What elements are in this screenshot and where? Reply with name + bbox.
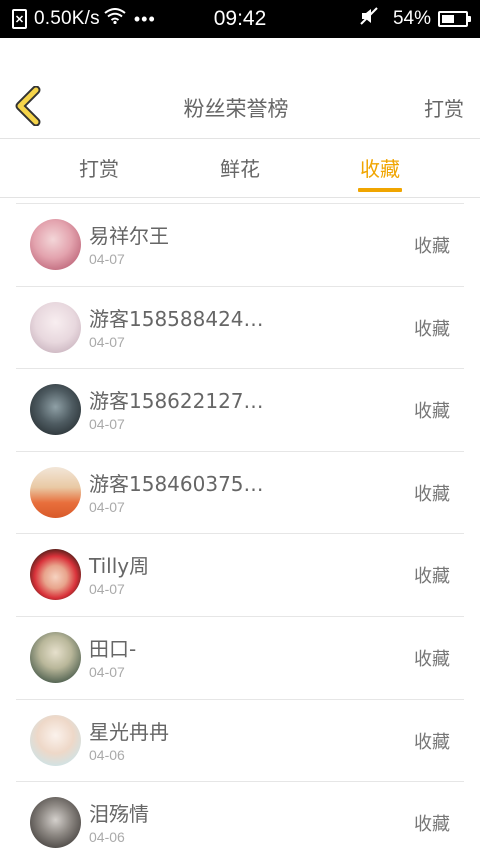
avatar (30, 797, 81, 849)
user-date: 04-06 (89, 829, 125, 846)
status-bar: ✕ 0.50K/s ••• 09:42 54% (0, 0, 480, 38)
avatar (30, 631, 81, 683)
list-item[interactable]: 游客158622127… 04-07 收藏 (0, 369, 480, 452)
list-item[interactable]: 游客158588424… 04-07 收藏 (0, 287, 480, 370)
page-title: 粉丝荣誉榜 (183, 97, 289, 121)
user-date: 04-07 (89, 498, 125, 515)
mute-icon (359, 6, 379, 32)
action-label: 收藏 (414, 731, 450, 753)
action-label: 收藏 (414, 401, 450, 423)
action-label: 收藏 (414, 648, 450, 670)
avatar (30, 466, 81, 518)
battery-percent: 54% (392, 8, 431, 29)
user-date: 04-07 (89, 416, 125, 433)
action-label: 收藏 (414, 318, 450, 340)
battery-icon (438, 11, 471, 27)
reward-button[interactable]: 打赏 (424, 93, 464, 122)
tab-reward[interactable]: 打赏 (59, 153, 139, 182)
tab-favorites[interactable]: 收藏 (340, 153, 420, 182)
user-name: 泪殇情 (89, 802, 149, 827)
avatar (30, 549, 81, 601)
action-label: 收藏 (414, 814, 450, 836)
action-label: 收藏 (414, 483, 450, 505)
list-item[interactable]: 易祥尔王 04-07 收藏 (0, 204, 480, 287)
tabs-divider (0, 197, 480, 198)
user-name: 易祥尔王 (89, 224, 169, 248)
user-date: 04-07 (89, 663, 125, 680)
list-item[interactable]: 游客158460375… 04-07 收藏 (0, 452, 480, 535)
user-date: 04-07 (89, 581, 125, 598)
user-date: 04-07 (89, 251, 125, 267)
list-item[interactable]: 星光冉冉 04-06 收藏 (0, 700, 480, 783)
user-date: 04-06 (89, 746, 125, 763)
fan-list: 易祥尔王 04-07 收藏 游客158588424… 04-07 收藏 游客15… (0, 204, 480, 854)
action-label: 收藏 (414, 236, 450, 257)
avatar (30, 384, 81, 436)
action-label: 收藏 (414, 566, 450, 588)
user-name: 游客158622127… (89, 389, 264, 414)
active-tab-indicator (358, 188, 402, 192)
tab-flowers[interactable]: 鲜花 (200, 153, 280, 182)
header: 粉丝荣誉榜 打赏 (0, 38, 480, 138)
user-name: 游客158460375… (89, 471, 264, 496)
user-name: 田口- (89, 636, 137, 661)
avatar (30, 219, 81, 270)
user-name: 游客158588424… (89, 306, 264, 331)
user-name: Tilly周 (89, 554, 150, 579)
avatar (30, 714, 81, 766)
avatar (30, 301, 81, 353)
list-item[interactable]: 泪殇情 04-06 收藏 (0, 782, 480, 854)
list-item[interactable]: 田口- 04-07 收藏 (0, 617, 480, 700)
tab-bar: 打赏 鲜花 收藏 (0, 139, 480, 197)
list-item[interactable]: Tilly周 04-07 收藏 (0, 534, 480, 617)
user-date: 04-07 (89, 333, 125, 350)
user-name: 星光冉冉 (89, 719, 169, 744)
